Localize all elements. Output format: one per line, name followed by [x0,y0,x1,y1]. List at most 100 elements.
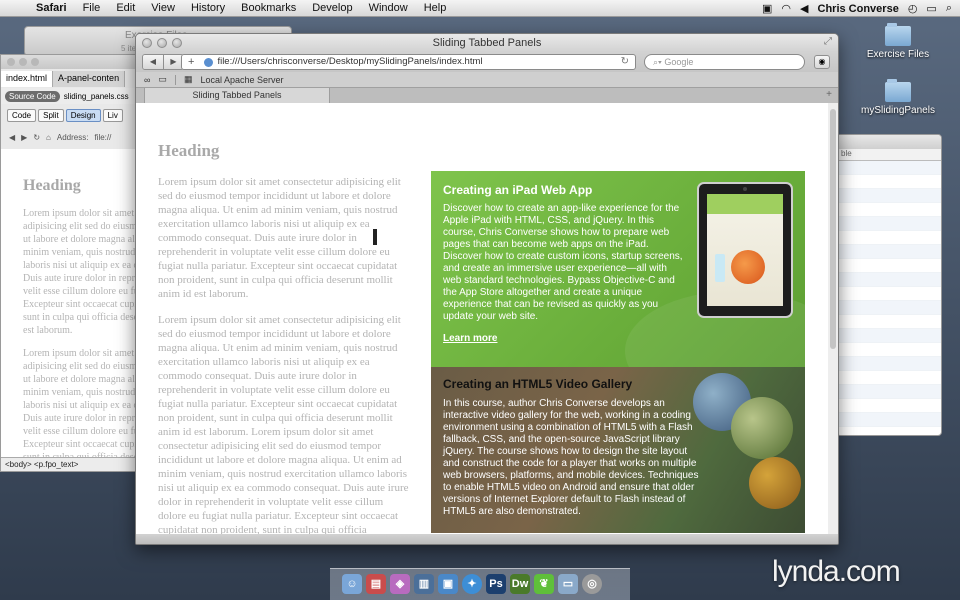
split-view-button[interactable]: Split [38,108,64,122]
menu-edit[interactable]: Edit [108,2,143,14]
desktop-folder-mysliding-panels[interactable]: mySlidingPanels [853,79,943,116]
address-bar[interactable]: + file:///Users/chrisconverse/Desktop/my… [181,54,636,70]
desktop-folder-exercise-files[interactable]: Exercise Files [853,23,943,60]
learn-more-link[interactable]: Learn more [443,333,497,344]
back-arrow-icon[interactable]: ◀ [9,133,15,142]
tab-sliding-tabbed-panels[interactable]: Sliding Tabbed Panels [144,88,330,104]
image-capture-icon[interactable]: ▣ [438,574,458,594]
panel-ipad-web-app[interactable]: Creating an iPad Web App Discover how to… [431,171,805,367]
list-row [837,203,941,217]
fullscreen-icon[interactable]: ⤢ [824,36,832,47]
wifi-icon[interactable]: ◠ [781,2,791,15]
scrollbar-thumb[interactable] [830,109,836,349]
bookmark-local-apache-server[interactable]: Local Apache Server [200,75,283,85]
forward-button[interactable]: ▶ [163,55,183,69]
list-row [837,175,941,189]
ipad-image [697,182,793,318]
camera-icon[interactable]: ▣ [762,2,772,15]
minimize-button[interactable] [19,58,27,66]
status-bar [136,534,838,544]
canvas-paragraph: Lorem ipsum dolor sit amet consectetur a… [23,348,137,457]
leaf-app-icon[interactable]: ❦ [534,574,554,594]
window-title: Sliding Tabbed Panels [136,34,838,52]
list-row [837,357,941,371]
panel-title: Creating an iPad Web App [443,183,593,197]
code-view-button[interactable]: Code [7,108,37,122]
minimize-button[interactable] [157,38,167,48]
live-view-button[interactable]: Liv [102,108,123,122]
glass-graphic [715,254,725,282]
kettle-graphic [731,250,765,284]
list-row [837,413,941,427]
menu-develop[interactable]: Develop [304,2,360,14]
reading-list-icon[interactable]: ∞ [144,75,150,85]
menu-history[interactable]: History [183,2,233,14]
safari-window[interactable]: Sliding Tabbed Panels ⤢ ◀ ▶ + file:///Us… [135,33,839,545]
page-paragraph: Lorem ipsum dolor sit amet consectetur a… [158,314,409,536]
list-row [837,427,941,435]
time-machine-icon[interactable]: ◴ [908,2,918,15]
folder-icon [885,79,911,102]
menu-bookmarks[interactable]: Bookmarks [233,2,304,14]
menu-view[interactable]: View [143,2,183,14]
design-canvas[interactable]: Heading Lorem ipsum dolor sit amet conse… [1,149,137,457]
volume-icon[interactable]: ◀ [800,2,808,15]
list-row [837,245,941,259]
background-finder-window[interactable]: ble [836,134,942,436]
close-button[interactable] [142,38,152,48]
refresh-icon[interactable]: ↻ [33,133,40,142]
canvas-heading: Heading [23,177,81,194]
spotlight-icon[interactable]: ⌕ [946,2,952,15]
window-controls [7,58,39,66]
menu-app-safari[interactable]: Safari [28,2,75,14]
panel-title: Creating an HTML5 Video Gallery [443,377,633,391]
photo-icon[interactable]: ◈ [390,574,410,594]
ipad-screen [707,194,783,306]
zoom-button[interactable] [172,38,182,48]
forward-arrow-icon[interactable]: ▶ [21,133,27,142]
menu-file[interactable]: File [75,2,109,14]
tab-bar: Sliding Tabbed Panels + [136,87,838,104]
add-bookmark-icon[interactable]: + [188,55,194,69]
reload-icon[interactable]: ↻ [621,55,629,69]
tag-selector[interactable]: <body> <p.fpo_text> [1,457,136,471]
finder-icon[interactable]: ☺ [342,574,362,594]
zoom-button[interactable] [31,58,39,66]
app-icon[interactable]: ▥ [414,574,434,594]
tab-panel-content[interactable]: A-panel-conten [53,71,126,87]
menu-window[interactable]: Window [361,2,416,14]
canvas-paragraph: Lorem ipsum dolor sit amet consectetur a… [23,208,137,336]
browser-nav-bar: ◀ ▶ ↻ ⌂ Address: file:// [1,129,136,145]
trash-icon[interactable]: ◎ [582,574,602,594]
tab-index-html[interactable]: index.html [1,71,54,87]
back-button[interactable]: ◀ [143,55,163,69]
design-view-button[interactable]: Design [65,108,101,122]
user-name[interactable]: Chris Converse [818,3,899,15]
preview-icon[interactable]: ▤ [366,574,386,594]
list-row [837,273,941,287]
address-field[interactable]: file:// [94,133,111,142]
close-button[interactable] [7,58,15,66]
dreamweaver-icon[interactable]: Dw [510,574,530,594]
menu-help[interactable]: Help [416,2,455,14]
page-menu-icon[interactable]: ◉ [814,55,830,69]
view-toolbar: Code Split Design Liv [1,105,136,125]
panel-html5-video-gallery[interactable]: Creating an HTML5 Video Gallery In this … [431,367,805,533]
new-tab-icon[interactable]: + [826,89,832,100]
home-icon[interactable]: ⌂ [46,133,51,142]
search-field[interactable]: ⌕▾ Google [644,54,805,70]
photoshop-icon[interactable]: Ps [486,574,506,594]
list-row [837,343,941,357]
vertical-scrollbar[interactable] [828,103,838,536]
bookmarks-book-icon[interactable]: ▭ [158,74,167,85]
url-text[interactable]: file:///Users/chrisconverse/Desktop/mySl… [217,55,482,69]
dreamweaver-window[interactable]: index.html A-panel-conten Source Code sl… [0,54,137,472]
css-file-link[interactable]: sliding_panels.css [64,92,129,101]
documents-folder-icon[interactable]: ▭ [558,574,578,594]
source-code-button[interactable]: Source Code [5,90,60,102]
top-sites-icon[interactable]: ▦ [184,74,193,85]
screen-icon[interactable]: ▭ [926,2,936,15]
web-page[interactable]: Heading Lorem ipsum dolor sit amet conse… [136,103,838,536]
page-heading: Heading [158,141,220,160]
safari-icon[interactable]: ✦ [462,574,482,594]
